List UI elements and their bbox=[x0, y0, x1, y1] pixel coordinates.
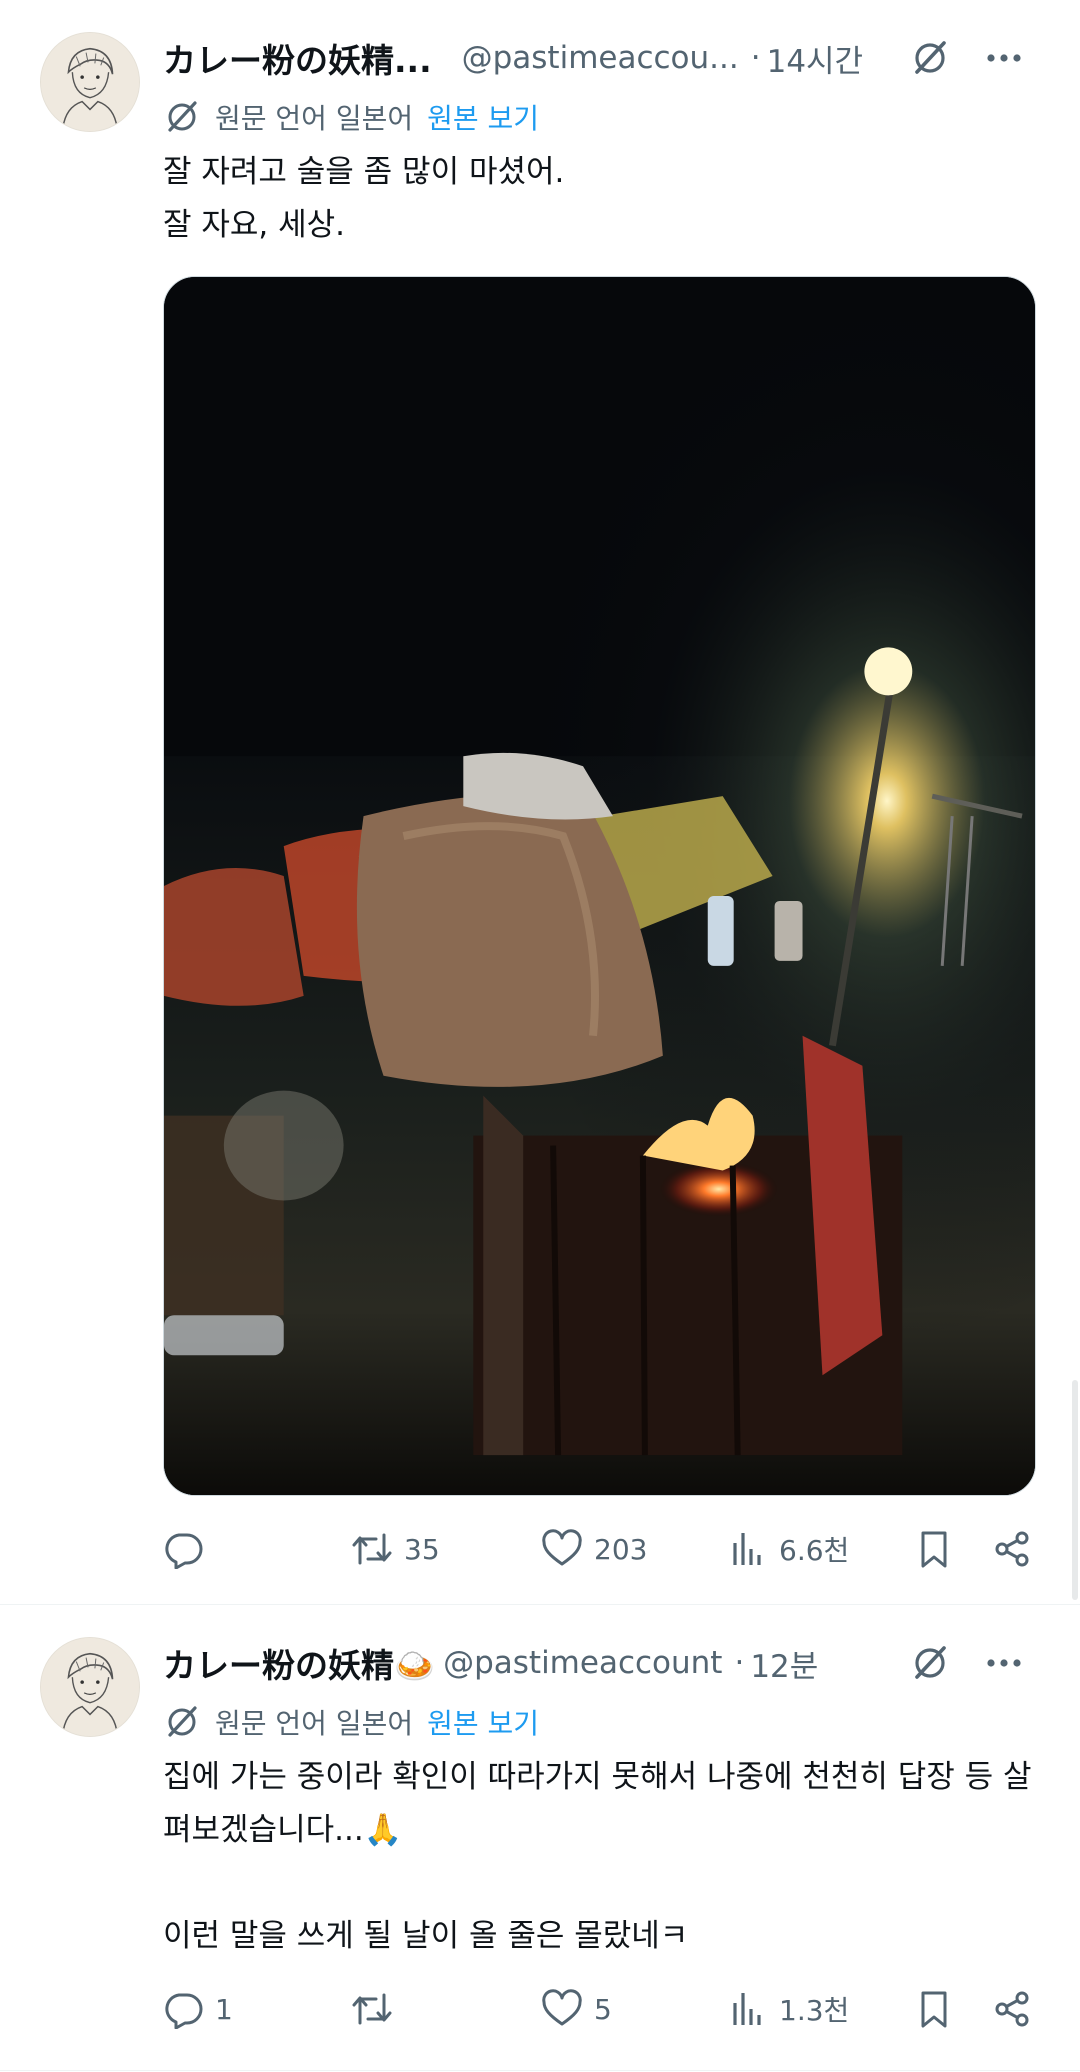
show-original-link[interactable]: 원본 보기 bbox=[427, 97, 539, 137]
grok-icon[interactable] bbox=[902, 30, 958, 86]
reply-button[interactable]: 1 bbox=[161, 1981, 233, 2037]
tweet-header: カレー粉の妖精🍛 @pastimeaccount · 12분 bbox=[163, 1635, 1060, 1691]
display-name[interactable]: カレー粉の妖精... bbox=[163, 34, 432, 82]
timeline-feed: カレー粉の妖精... @pastimeaccou... · 14시간 원문 언어… bbox=[0, 0, 1080, 2072]
translation-row: 원문 언어 일본어 원본 보기 bbox=[163, 95, 539, 139]
tweet-header: カレー粉の妖精... @pastimeaccou... · 14시간 bbox=[163, 30, 1060, 86]
translation-note: 원문 언어 일본어 bbox=[215, 102, 414, 135]
views-button[interactable]: 6.6천 bbox=[725, 1521, 849, 1577]
tweet-actions: 1 5 1.3천 bbox=[155, 1981, 1060, 2037]
more-icon[interactable] bbox=[976, 30, 1032, 86]
separator-dot: · bbox=[750, 40, 761, 76]
like-count: 203 bbox=[594, 1532, 648, 1566]
tweet[interactable]: カレー粉の妖精🍛 @pastimeaccount · 12분 원문 언어 일본어… bbox=[0, 1605, 1080, 2071]
scrollbar[interactable] bbox=[1072, 1380, 1078, 1600]
share-icon bbox=[990, 1527, 1034, 1571]
more-icon[interactable] bbox=[976, 1635, 1032, 1691]
view-count: 1.3천 bbox=[779, 1994, 850, 2027]
translate-icon bbox=[163, 1703, 201, 1741]
display-name[interactable]: カレー粉の妖精🍛 bbox=[163, 1639, 435, 1687]
tweet-text: 집에 가는 중이라 확인이 따라가지 못해서 나중에 천천히 답장 등 살펴보겠… bbox=[163, 1759, 1032, 1954]
view-count: 6.6천 bbox=[779, 1534, 850, 1567]
tweet-text: 잘 자려고 술을 좀 많이 마셨어. 잘 자요, 세상. bbox=[163, 154, 565, 243]
views-button[interactable]: 1.3천 bbox=[725, 1981, 849, 2037]
reply-icon bbox=[161, 1987, 205, 2031]
bookmark-icon bbox=[912, 1527, 956, 1571]
like-count: 5 bbox=[594, 1992, 612, 2026]
like-button[interactable]: 203 bbox=[540, 1521, 647, 1577]
timestamp[interactable]: 12분 bbox=[750, 1641, 818, 1686]
avatar[interactable] bbox=[40, 32, 140, 132]
reply-count: 1 bbox=[215, 1992, 233, 2026]
retweet-count: 35 bbox=[404, 1532, 440, 1566]
translate-icon bbox=[163, 98, 201, 136]
retweet-button[interactable]: 35 bbox=[350, 1521, 440, 1577]
views-icon bbox=[725, 1987, 769, 2031]
like-button[interactable]: 5 bbox=[540, 1981, 612, 2037]
translation-row: 원문 언어 일본어 원본 보기 bbox=[163, 1700, 539, 1744]
share-icon bbox=[990, 1987, 1034, 2031]
tweet[interactable]: カレー粉の妖精... @pastimeaccou... · 14시간 원문 언어… bbox=[0, 0, 1080, 1605]
share-button[interactable] bbox=[990, 1521, 1034, 1577]
reply-icon bbox=[161, 1527, 205, 1571]
grok-icon[interactable] bbox=[902, 1635, 958, 1691]
show-original-link[interactable]: 원본 보기 bbox=[427, 1702, 539, 1742]
tweet-actions: 35 203 6.6천 bbox=[155, 1521, 1060, 1577]
tweet-photo[interactable] bbox=[163, 276, 1036, 1496]
like-icon bbox=[540, 1527, 584, 1571]
avatar[interactable] bbox=[40, 1637, 140, 1737]
bookmark-button[interactable] bbox=[912, 1521, 956, 1577]
retweet-icon bbox=[350, 1987, 394, 2031]
translation-note: 원문 언어 일본어 bbox=[215, 1707, 414, 1740]
retweet-button[interactable] bbox=[350, 1981, 404, 2037]
user-handle[interactable]: @pastimeaccount bbox=[443, 1645, 722, 1681]
bookmark-button[interactable] bbox=[912, 1981, 956, 2037]
retweet-icon bbox=[350, 1527, 394, 1571]
like-icon bbox=[540, 1987, 584, 2031]
timestamp[interactable]: 14시간 bbox=[767, 36, 864, 81]
separator-dot: · bbox=[734, 1645, 745, 1681]
views-icon bbox=[725, 1527, 769, 1571]
user-handle[interactable]: @pastimeaccou... bbox=[462, 40, 739, 76]
reply-button[interactable] bbox=[161, 1521, 215, 1577]
share-button[interactable] bbox=[990, 1981, 1034, 2037]
bookmark-icon bbox=[912, 1987, 956, 2031]
